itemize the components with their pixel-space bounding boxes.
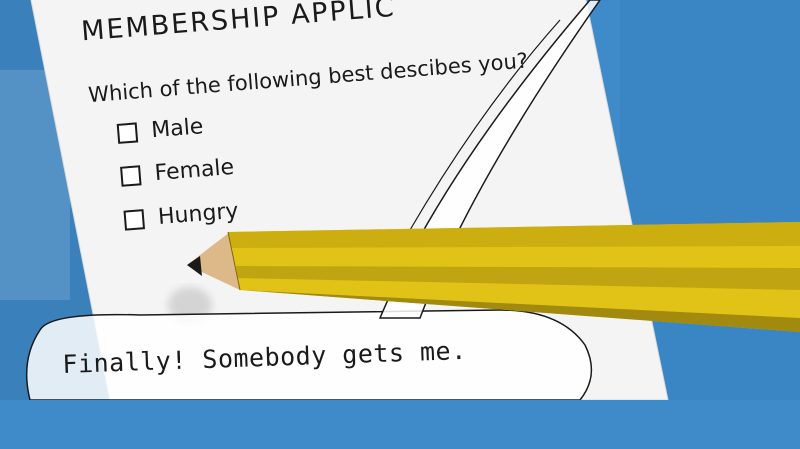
comic-scene: MEMBERSHIP APPLIC Which of the following… xyxy=(0,0,800,400)
pencil-lead-tip xyxy=(187,256,202,276)
